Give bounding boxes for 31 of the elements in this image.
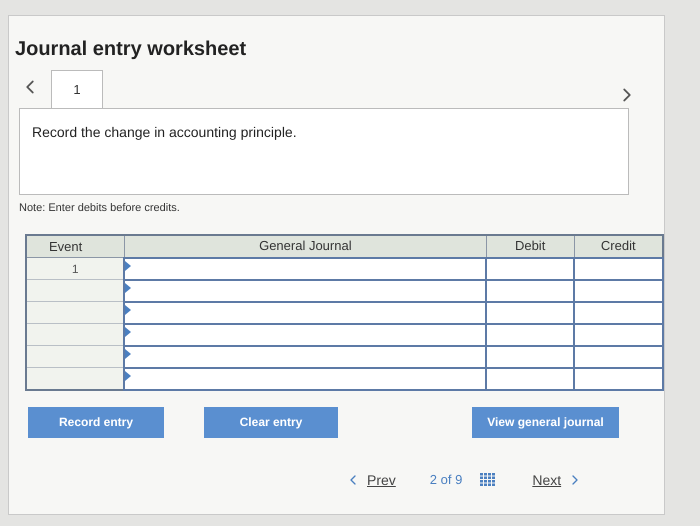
debit-field[interactable] xyxy=(486,302,574,324)
column-header: Event xyxy=(26,234,124,258)
entry-tab[interactable]: 1 xyxy=(51,70,103,108)
debit-field[interactable] xyxy=(486,280,574,302)
credit-field[interactable] xyxy=(574,302,663,324)
debit-field[interactable] xyxy=(486,258,574,280)
account-field[interactable] xyxy=(124,324,486,346)
worksheet-title: Journal entry worksheet xyxy=(14,37,248,62)
account-field[interactable] xyxy=(124,346,486,368)
debit-field[interactable] xyxy=(486,368,574,390)
account-field[interactable] xyxy=(124,368,486,390)
note-text: Note: Enter debits before credits. xyxy=(18,201,181,216)
credit-field[interactable] xyxy=(574,324,663,346)
credit-field[interactable] xyxy=(574,258,663,280)
account-field[interactable] xyxy=(124,258,486,280)
prev-link[interactable]: Prev xyxy=(367,470,396,490)
event-cell: 1 xyxy=(26,258,124,280)
account-field[interactable] xyxy=(124,280,486,302)
grid-icon[interactable] xyxy=(480,473,496,487)
instruction-text: Record the change in accounting principle. xyxy=(32,124,297,140)
credit-field[interactable] xyxy=(574,280,663,302)
column-header: Debit xyxy=(486,234,574,258)
debit-field[interactable] xyxy=(486,324,574,346)
column-header: General Journal xyxy=(124,234,486,258)
account-field[interactable] xyxy=(124,302,486,324)
credit-field[interactable] xyxy=(574,346,663,368)
page-position: 2 of 9 xyxy=(430,471,462,490)
credit-field[interactable] xyxy=(574,368,663,390)
debit-field[interactable] xyxy=(486,346,574,368)
next-link[interactable]: Next xyxy=(532,470,562,490)
column-header: Credit xyxy=(574,234,663,258)
